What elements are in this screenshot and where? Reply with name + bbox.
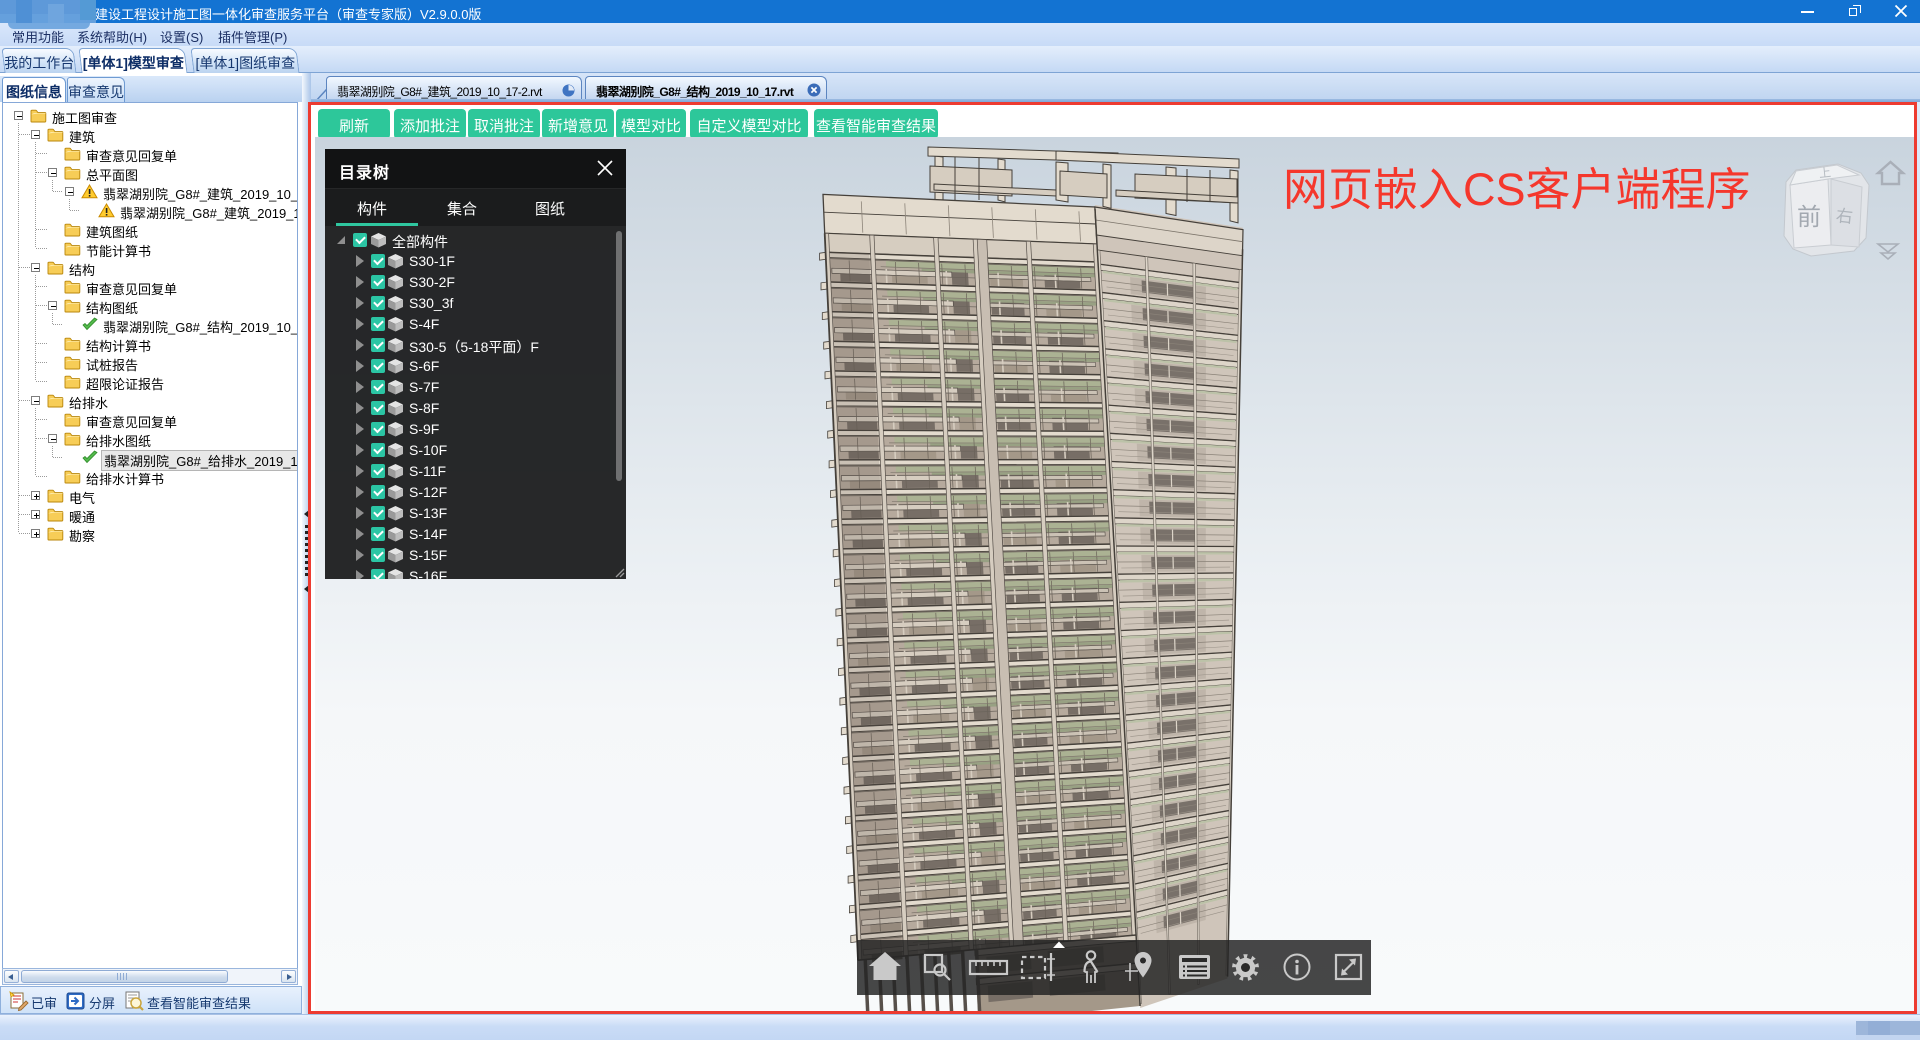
svg-text:上: 上 [1818, 165, 1831, 180]
svg-text:右: 右 [1835, 206, 1854, 227]
svg-text:前: 前 [1797, 204, 1821, 231]
